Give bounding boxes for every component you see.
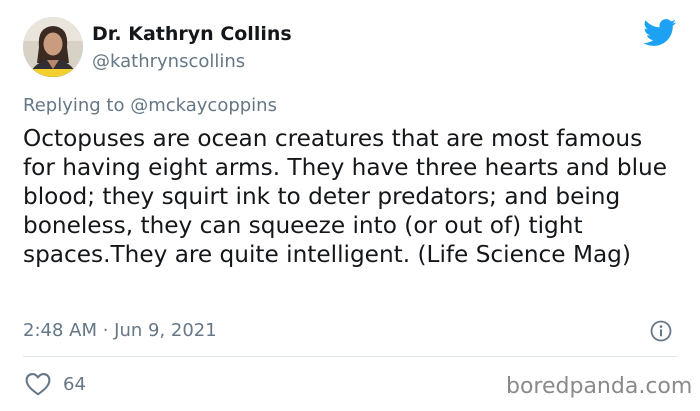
author-avatar[interactable] bbox=[23, 17, 83, 77]
tweet-timestamp[interactable]: 2:48 AM · Jun 9, 2021 bbox=[23, 320, 217, 341]
author-name[interactable]: Dr. Kathryn Collins bbox=[92, 23, 292, 45]
reply-mention-link[interactable]: @mckaycoppins bbox=[130, 95, 277, 116]
like-button[interactable]: 64 bbox=[25, 372, 86, 396]
author-handle[interactable]: @kathrynscollins bbox=[92, 51, 245, 72]
avatar-photo bbox=[23, 17, 83, 77]
heart-icon bbox=[25, 373, 51, 396]
boredpanda-watermark: boredpanda.com bbox=[506, 374, 693, 399]
reply-prefix: Replying to bbox=[23, 95, 131, 116]
reply-context: Replying to @mckaycoppins bbox=[23, 95, 277, 116]
twitter-bird-icon[interactable] bbox=[643, 19, 677, 47]
like-count: 64 bbox=[63, 373, 86, 395]
info-icon[interactable] bbox=[650, 320, 672, 342]
tweet-text: Octopuses are ocean creatures that are m… bbox=[23, 125, 667, 268]
tweet-divider bbox=[23, 356, 677, 357]
